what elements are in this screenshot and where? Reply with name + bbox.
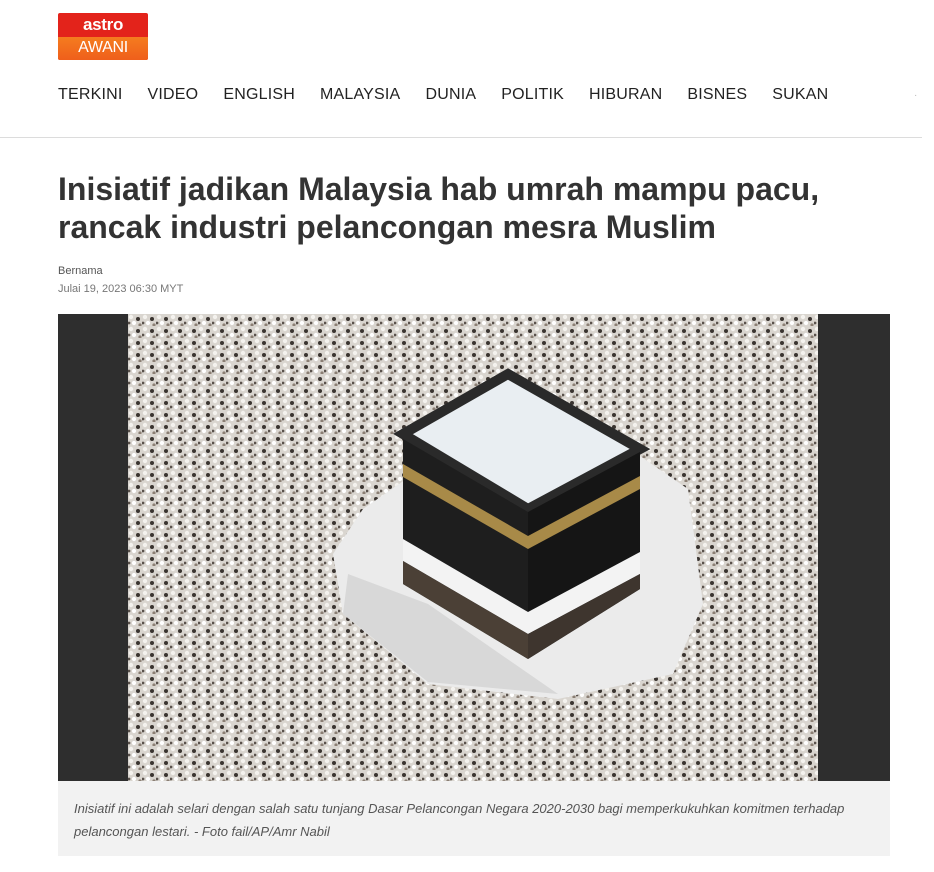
nav-item-dunia[interactable]: DUNIA [425,86,476,104]
nav-item-bisnes[interactable]: BISNES [687,86,747,104]
logo-top-text: astro [82,15,124,34]
article-title: Inisiatif jadikan Malaysia hab umrah mam… [58,171,820,245]
nav-item-video[interactable]: VIDEO [148,86,199,104]
photo-caption: Inisiatif ini adalah selari dengan salah… [58,781,890,856]
article-author[interactable]: Bernama [58,265,103,277]
nav-overflow-marker: · [914,90,918,101]
nav-item-english[interactable]: ENGLISH [223,86,295,104]
article-figure: Inisiatif ini adalah selari dengan salah… [58,314,890,856]
main-nav: TERKINI VIDEO ENGLISH MALAYSIA DUNIA POL… [58,86,853,104]
nav-item-politik[interactable]: POLITIK [501,86,564,104]
nav-item-malaysia[interactable]: MALAYSIA [320,86,400,104]
astro-awani-logo[interactable]: astro AWANI [58,13,148,60]
nav-item-hiburan[interactable]: HIBURAN [589,86,662,104]
page: astro AWANI TERKINI VIDEO ENGLISH MALAYS… [0,0,934,872]
logo-bottom-text: AWANI [78,39,128,56]
article-photo[interactable] [128,314,818,781]
nav-item-sukan[interactable]: SUKAN [772,86,828,104]
article-date: Julai 19, 2023 06:30 MYT [58,283,184,295]
site-header: astro AWANI TERKINI VIDEO ENGLISH MALAYS… [0,0,922,138]
photo-frame [58,314,890,781]
nav-item-terkini[interactable]: TERKINI [58,86,123,104]
